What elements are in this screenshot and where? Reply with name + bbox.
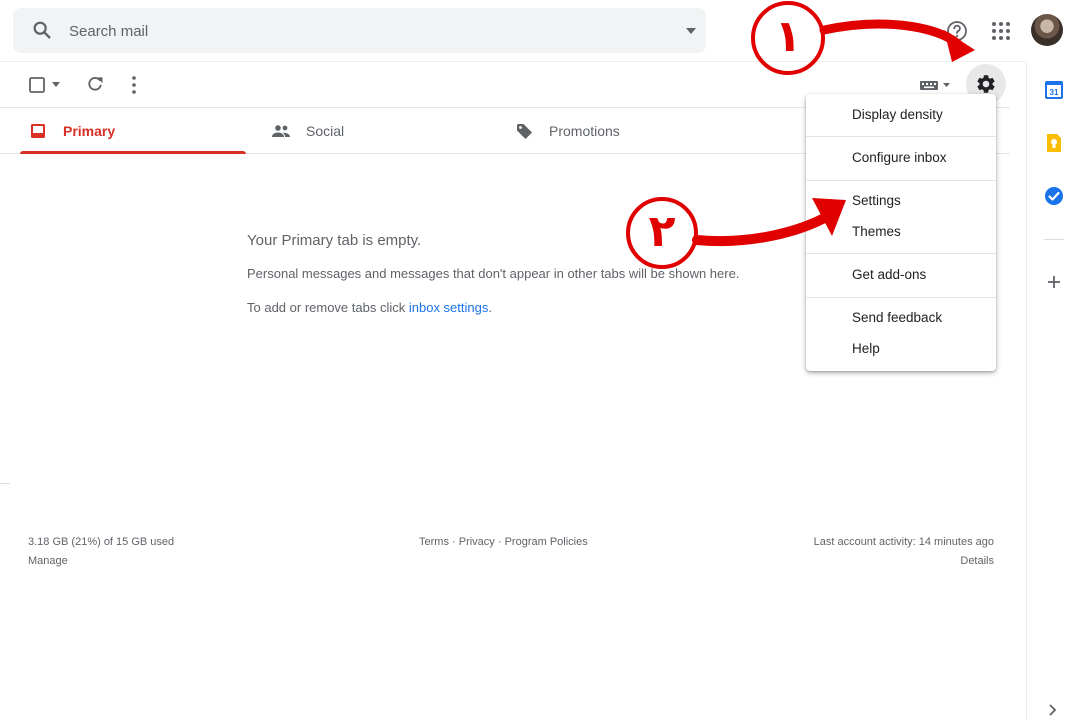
privacy-link[interactable]: Privacy bbox=[459, 536, 495, 548]
tab-social[interactable]: Social bbox=[262, 108, 488, 154]
menu-separator bbox=[806, 180, 996, 181]
help-circle-icon[interactable] bbox=[945, 19, 969, 43]
menu-separator bbox=[806, 136, 996, 137]
menu-separator bbox=[806, 297, 996, 298]
empty-state-hint: To add or remove tabs click inbox settin… bbox=[247, 300, 492, 315]
empty-state-hint-suffix: . bbox=[488, 300, 492, 315]
chevron-right-icon[interactable] bbox=[1046, 703, 1058, 717]
step-2-number: ۲ bbox=[648, 206, 676, 257]
menu-separator bbox=[806, 253, 996, 254]
inbox-settings-link[interactable]: inbox settings bbox=[409, 300, 489, 315]
tag-icon bbox=[517, 124, 532, 139]
menu-item-configure-inbox[interactable]: Configure inbox bbox=[852, 150, 947, 165]
more-vert-icon[interactable] bbox=[126, 75, 142, 95]
calendar-day: 31 bbox=[1050, 88, 1059, 97]
tab-primary-label: Primary bbox=[63, 123, 116, 139]
storage-usage: 3.18 GB (21%) of 15 GB used bbox=[28, 536, 175, 548]
left-edge-mark bbox=[0, 483, 10, 484]
footer-separator: · bbox=[448, 536, 459, 548]
menu-item-get-add-ons[interactable]: Get add-ons bbox=[852, 267, 926, 282]
settings-menu: Display density Configure inbox Settings… bbox=[806, 94, 996, 371]
active-tab-indicator bbox=[20, 151, 246, 154]
program-policies-link[interactable]: Program Policies bbox=[505, 536, 588, 548]
empty-state-hint-prefix: To add or remove tabs click bbox=[247, 300, 409, 315]
activity-details-link[interactable]: Details bbox=[960, 555, 994, 567]
search-options-caret-icon[interactable] bbox=[685, 27, 697, 35]
menu-item-themes[interactable]: Themes bbox=[852, 224, 901, 239]
footer-links: Terms · Privacy · Program Policies bbox=[419, 536, 588, 548]
inbox-icon bbox=[31, 124, 45, 138]
last-account-activity: Last account activity: 14 minutes ago bbox=[813, 536, 994, 548]
step-1-number: ۱ bbox=[774, 11, 802, 62]
manage-storage-link[interactable]: Manage bbox=[28, 555, 68, 567]
tab-primary[interactable]: Primary bbox=[20, 108, 246, 154]
tab-promotions[interactable]: Promotions bbox=[505, 108, 731, 154]
empty-state-description: Personal messages and messages that don'… bbox=[247, 266, 740, 281]
terms-link[interactable]: Terms bbox=[419, 536, 449, 548]
checkbox-icon[interactable] bbox=[28, 76, 46, 94]
menu-item-help[interactable]: Help bbox=[852, 341, 880, 356]
side-panel-separator bbox=[1044, 239, 1064, 240]
keep-icon[interactable] bbox=[1046, 133, 1062, 153]
refresh-icon[interactable] bbox=[85, 74, 105, 94]
plus-icon[interactable] bbox=[1045, 273, 1063, 291]
toolbar-divider bbox=[0, 61, 1026, 62]
keyboard-icon[interactable] bbox=[919, 78, 953, 92]
step-1-arrow bbox=[819, 19, 963, 49]
calendar-icon[interactable]: 31 bbox=[1044, 80, 1064, 100]
tasks-icon[interactable] bbox=[1044, 186, 1064, 206]
people-icon bbox=[272, 125, 290, 137]
tab-social-label: Social bbox=[306, 123, 345, 139]
search-bar[interactable] bbox=[13, 8, 706, 53]
footer-separator: · bbox=[494, 536, 505, 548]
account-avatar[interactable] bbox=[1031, 14, 1063, 46]
select-dropdown-caret-icon[interactable] bbox=[51, 81, 61, 89]
menu-item-display-density[interactable]: Display density bbox=[852, 107, 943, 122]
search-icon[interactable] bbox=[31, 19, 53, 41]
menu-item-send-feedback[interactable]: Send feedback bbox=[852, 310, 942, 325]
tab-promotions-label: Promotions bbox=[549, 123, 620, 139]
empty-state-title: Your Primary tab is empty. bbox=[247, 232, 422, 249]
side-panel-divider bbox=[1026, 62, 1027, 720]
gear-icon[interactable] bbox=[975, 73, 997, 95]
apps-grid-icon[interactable] bbox=[990, 20, 1012, 42]
search-input[interactable] bbox=[67, 18, 647, 44]
menu-item-settings[interactable]: Settings bbox=[852, 193, 901, 208]
